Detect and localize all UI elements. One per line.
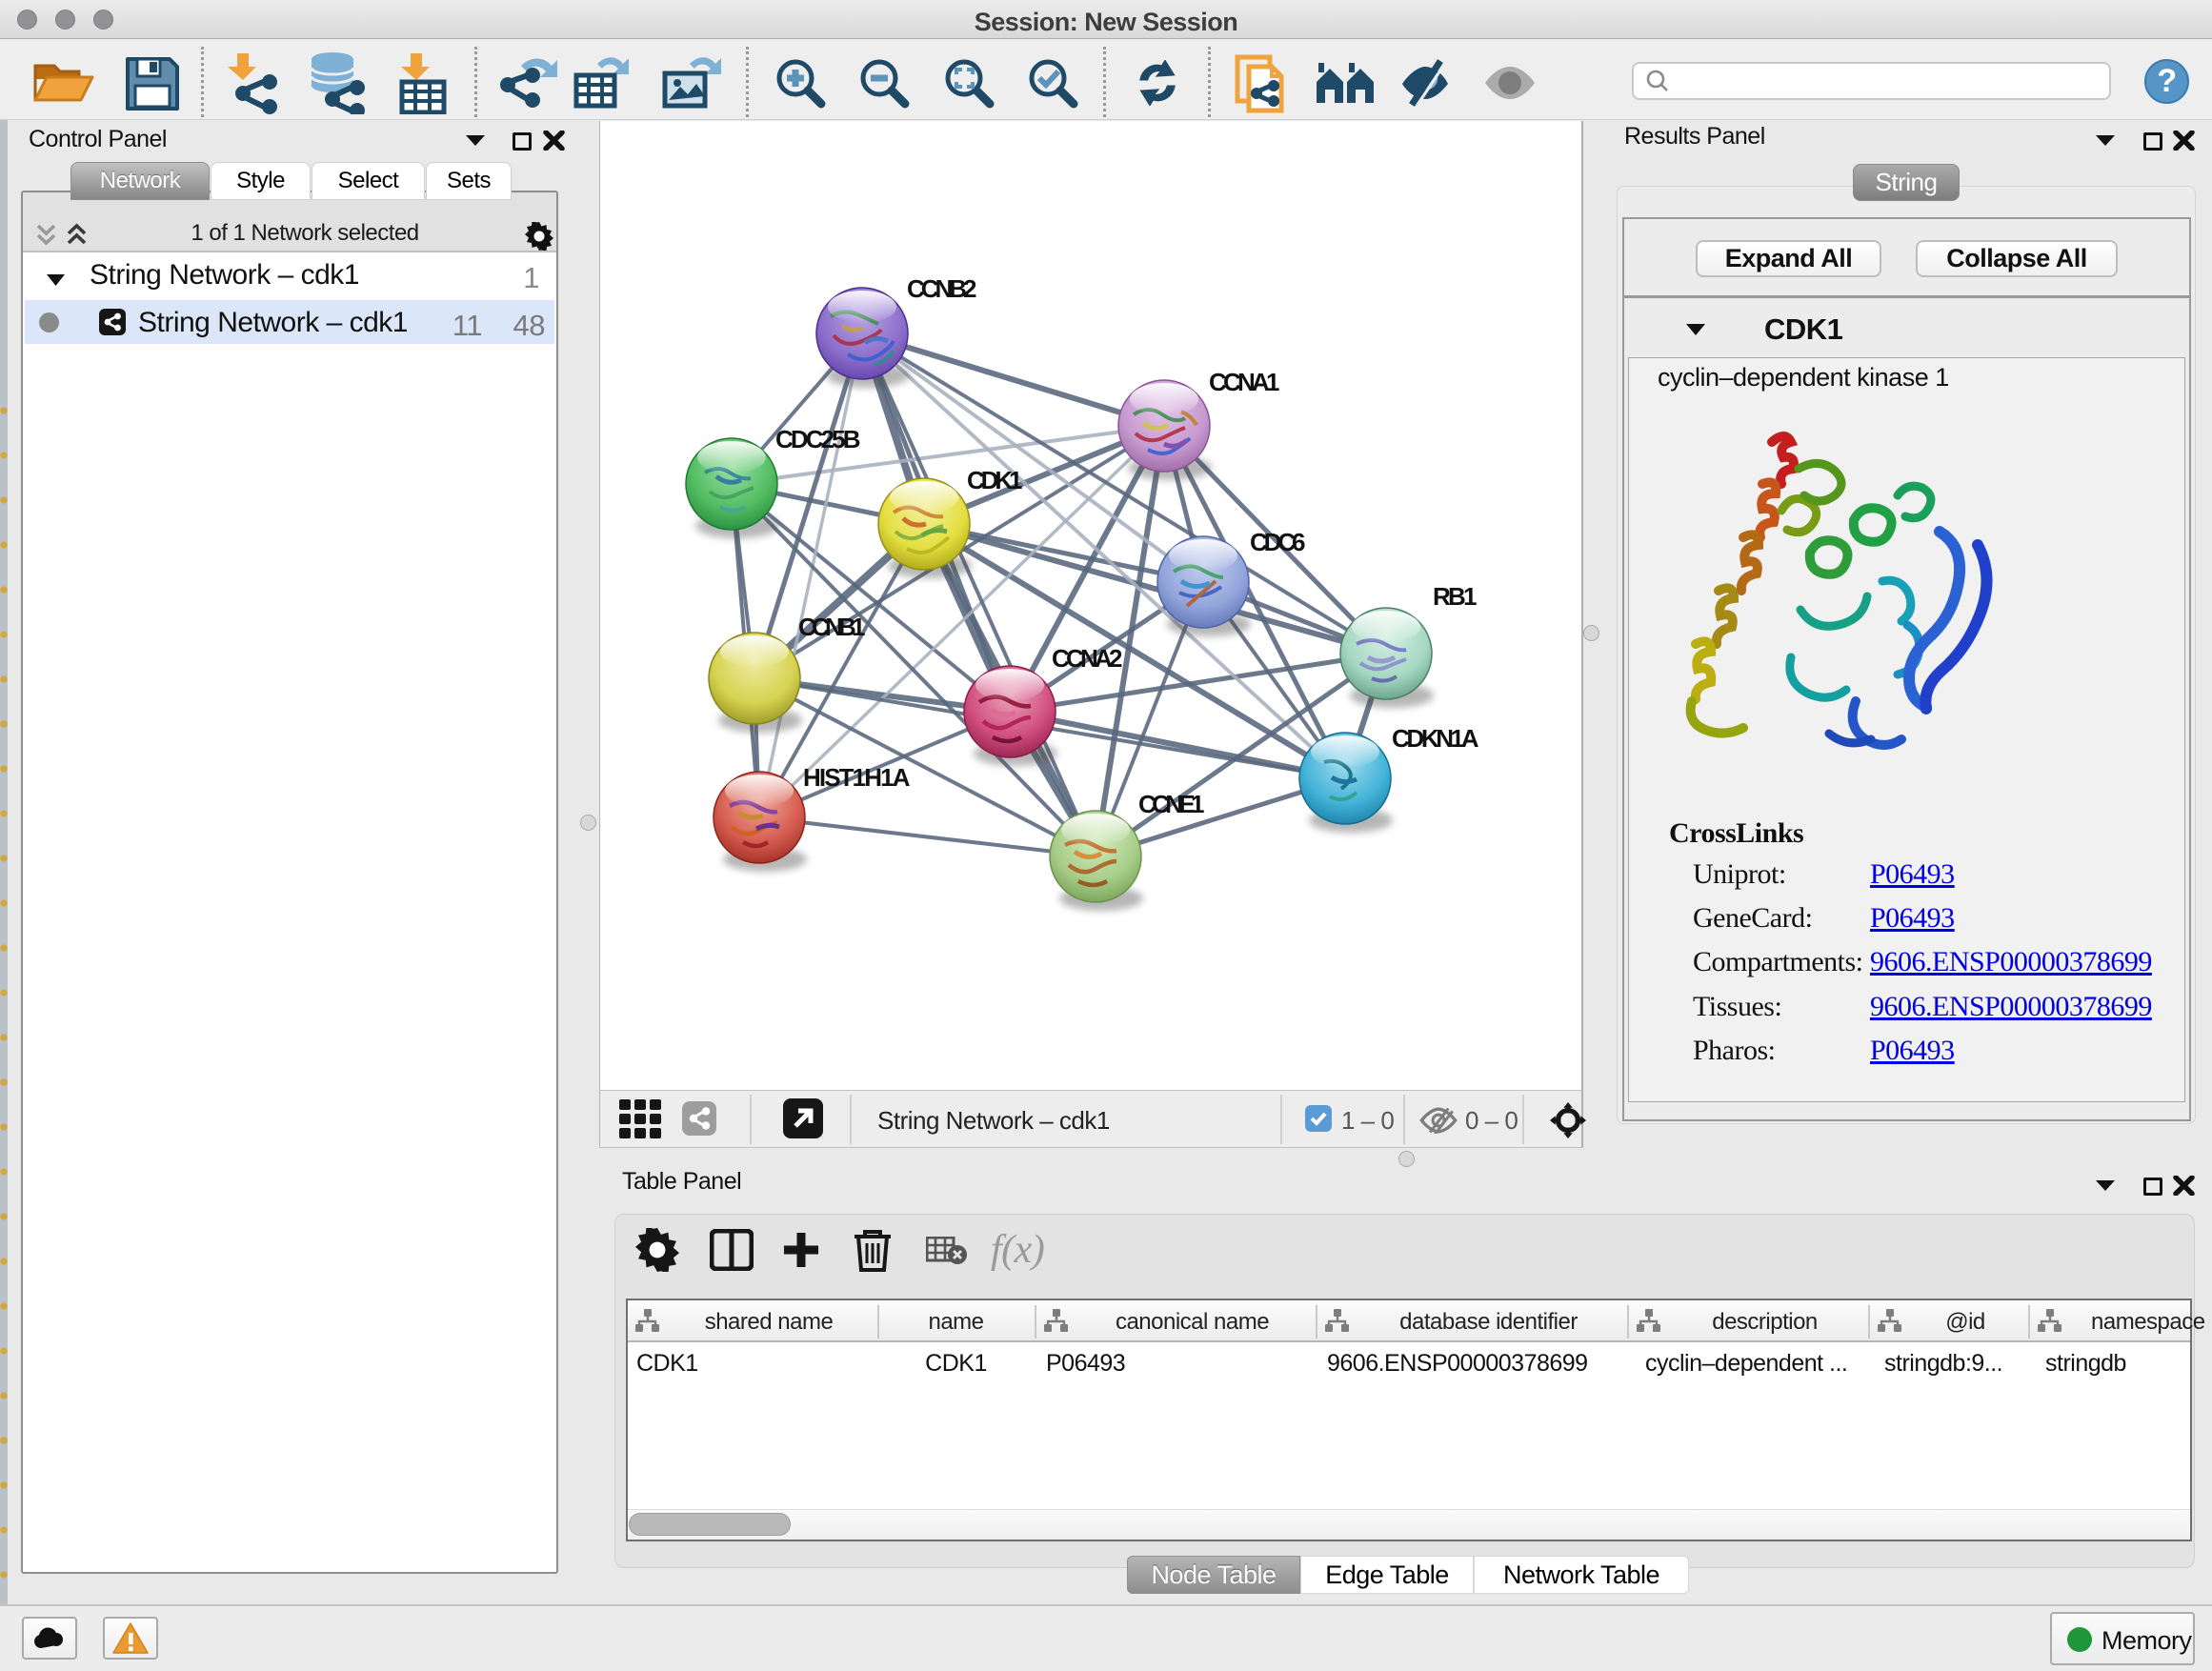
svg-text:CCNB1: CCNB1 xyxy=(798,613,865,641)
svg-text:CDC6: CDC6 xyxy=(1250,528,1305,556)
svg-text:CDK1: CDK1 xyxy=(967,466,1022,494)
svg-text:CCNE1: CCNE1 xyxy=(1138,790,1204,818)
svg-text:RB1: RB1 xyxy=(1433,582,1477,611)
svg-text:CCNA2: CCNA2 xyxy=(1052,644,1122,673)
svg-text:CDC25B: CDC25B xyxy=(775,425,860,453)
svg-text:CCNB2: CCNB2 xyxy=(907,274,976,303)
svg-text:CCNA1: CCNA1 xyxy=(1209,368,1279,396)
svg-text:HIST1H1A: HIST1H1A xyxy=(803,763,911,792)
svg-text:CDKN1A: CDKN1A xyxy=(1392,724,1479,753)
